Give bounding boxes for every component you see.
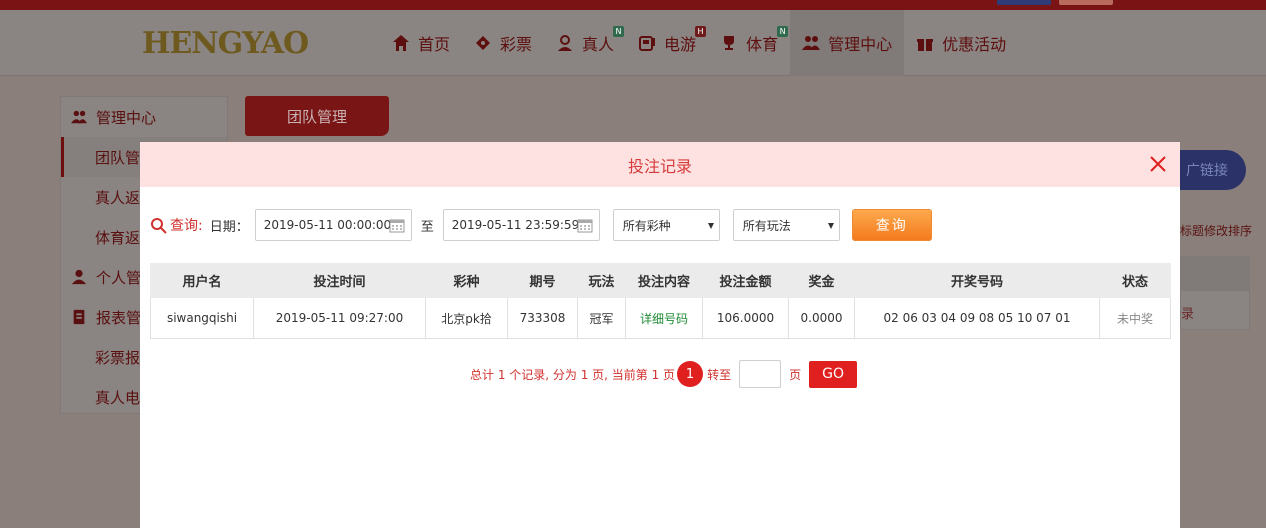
table-row: siwangqishi 2019-05-11 09:27:00 北京pk拾 73… [150,297,1171,339]
ticket-icon [476,36,491,50]
search-icon [151,217,167,234]
play-type-select[interactable]: 所有玩法 [732,209,840,241]
bet-record-modal: 投注记录 查询: 日期： 2019-05-11 00:00:00 至 2019-… [140,142,1180,528]
table-header-row: 用户名 投注时间 彩种 期号 玩法 投注内容 投注金额 奖金 开奖号码 状态 [150,263,1171,298]
page-number-button[interactable]: 1 [677,361,704,387]
end-date-input[interactable]: 2019-05-11 23:59:59 [442,209,600,241]
top-button-register[interactable] [1059,0,1113,5]
goto-label: 转至 [707,367,732,382]
nav-item-home[interactable]: 首页 [380,10,462,76]
users-icon [802,36,821,50]
col-header-prize: 奖金 [788,263,855,298]
detail-numbers-link[interactable]: 详细号码 [625,297,703,339]
col-header-status: 状态 [1099,263,1171,298]
person-icon [71,269,87,285]
nav-item-lottery[interactable]: 彩票 [462,10,544,76]
nav-label: 电游 [664,35,697,54]
chevron-down-icon [707,223,714,229]
pagination-summary: 总计 1 个记录, 分为 1 页, 当前第 1 页 [470,367,676,382]
cell-status: 未中奖 [1099,297,1171,339]
nav-label: 管理中心 [828,35,893,54]
end-date-value: 2019-05-11 23:59:59 [451,218,580,232]
top-button-login[interactable] [997,0,1051,5]
query-button[interactable]: 查询 [851,209,932,241]
new-badge: N [613,26,625,37]
go-button[interactable]: GO [809,360,858,388]
bet-record-table: 用户名 投注时间 彩种 期号 玩法 投注内容 投注金额 奖金 开奖号码 状态 s… [150,263,1171,339]
lottery-type-select[interactable]: 所有彩种 [612,209,720,241]
cell-draw-number: 02 06 03 04 09 08 05 10 07 01 [854,297,1100,339]
nav-item-slots[interactable]: 电游 H [626,10,708,76]
col-header-draw-number: 开奖号码 [854,263,1100,298]
logo[interactable]: HENGYAO [142,24,309,62]
dealer-icon [558,35,573,51]
hot-badge: H [695,26,707,37]
users-icon [71,110,87,124]
pagination: 总计 1 个记录, 分为 1 页, 当前第 1 页 1 转至 页 GO [470,360,858,388]
nav-label: 优惠活动 [942,35,1007,54]
to-label: 至 [420,219,434,235]
start-date-value: 2019-05-11 00:00:00 [263,218,392,232]
nav-item-sports[interactable]: 体育 N [708,10,790,76]
col-header-username: 用户名 [150,263,254,298]
right-panel: 录 [1180,256,1250,330]
nav-label: 体育 [746,35,779,54]
nav-label: 真人 [582,35,615,54]
modal-title: 投注记录 [627,156,692,176]
nav-label: 首页 [418,35,451,54]
col-header-bet-time: 投注时间 [253,263,426,298]
cell-issue: 733308 [507,297,578,339]
col-header-issue: 期号 [507,263,578,298]
nav-item-management[interactable]: 管理中心 [790,10,905,76]
page-jump-input[interactable] [739,360,782,388]
page-unit-label: 页 [789,367,802,382]
close-icon[interactable] [1148,154,1168,174]
modal-header: 投注记录 [140,142,1180,187]
trophy-icon [724,36,735,50]
gift-icon [917,39,934,51]
home-icon [393,35,409,51]
play-select-value: 所有玩法 [742,218,791,233]
new-badge: N [777,26,789,37]
cell-lottery: 北京pk拾 [425,297,508,339]
cell-username: siwangqishi [150,297,254,339]
cell-play: 冠军 [577,297,626,339]
chevron-down-icon [827,223,834,229]
query-bar: 查询: 日期： 2019-05-11 00:00:00 至 2019-05-11… [150,208,932,242]
col-header-lottery: 彩种 [425,263,508,298]
nav-item-promotions[interactable]: 优惠活动 [904,10,1018,76]
cell-amount: 106.0000 [702,297,789,339]
lottery-select-value: 所有彩种 [622,218,671,233]
right-panel-header [1181,257,1249,291]
calendar-icon[interactable] [577,218,593,233]
cell-prize: 0.0000 [788,297,855,339]
col-header-play: 玩法 [577,263,626,298]
slot-icon [639,36,656,51]
sidebar-heading-management[interactable]: 管理中心 [61,97,227,137]
col-header-content: 投注内容 [625,263,703,298]
nav-label: 彩票 [500,35,533,54]
right-panel-link[interactable]: 录 [1181,291,1249,322]
sort-hint: 标题修改排序 [1180,224,1253,238]
col-header-amount: 投注金额 [702,263,789,298]
start-date-input[interactable]: 2019-05-11 00:00:00 [254,209,412,241]
report-icon [73,309,85,325]
nav-item-live[interactable]: 真人 N [544,10,626,76]
main-navbar: HENGYAO 首页 彩票 真人 N 电游 H 体育 N 管理中心 优惠活动 [0,10,1266,76]
query-label: 查询: [170,218,203,234]
calendar-icon[interactable] [389,218,405,233]
date-label: 日期： [209,219,249,235]
nav-menu: 首页 彩票 真人 N 电游 H 体育 N 管理中心 优惠活动 [380,10,1018,76]
cell-bet-time: 2019-05-11 09:27:00 [253,297,426,339]
tab-team-management[interactable]: 团队管理 [245,96,389,136]
top-strip [0,0,1266,10]
